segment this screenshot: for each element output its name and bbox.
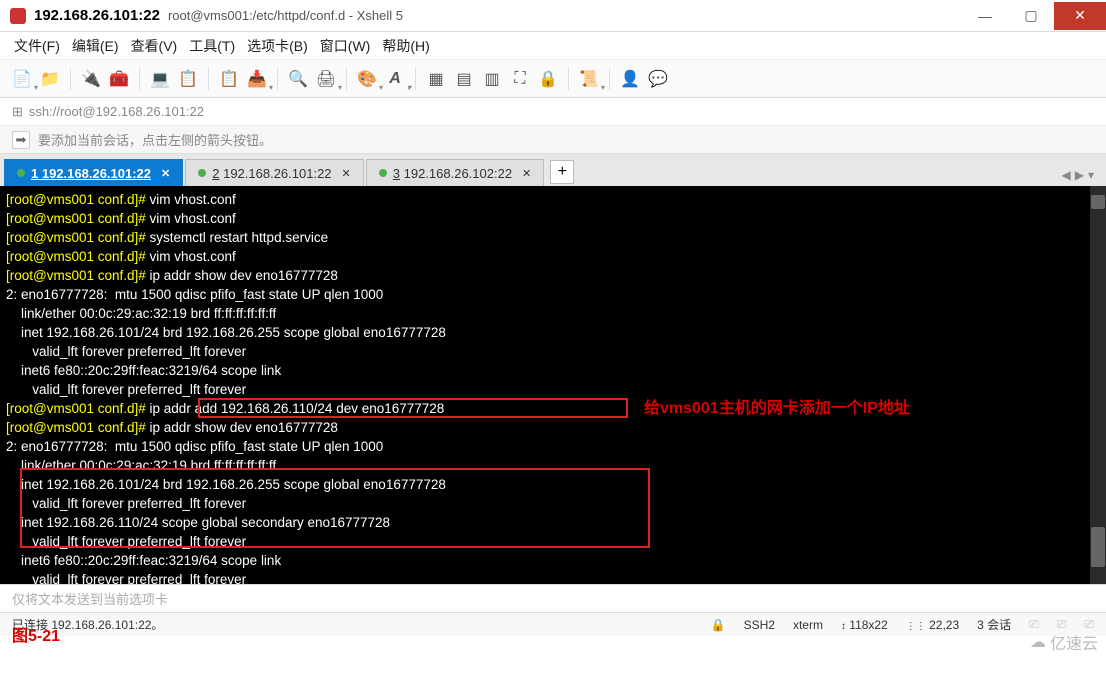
find-icon[interactable]: 🔍 <box>286 67 310 91</box>
tab-close-icon[interactable]: ✕ <box>342 167 351 180</box>
session-tab-2[interactable]: 2 192.168.26.101:22 ✕ <box>185 159 364 186</box>
layout3-icon[interactable]: ▥ <box>480 67 504 91</box>
terminal[interactable]: [root@vms001 conf.d]# vim vhost.conf[roo… <box>0 186 1106 584</box>
menu-tools[interactable]: 工具(T) <box>189 36 235 56</box>
status-pos: ⋮⋮ 22,23 <box>906 618 959 632</box>
disconnect-icon[interactable]: 🧰 <box>107 67 131 91</box>
tab-scroll-right-icon[interactable]: ▶ <box>1075 168 1084 182</box>
address-text[interactable]: ssh://root@192.168.26.101:22 <box>29 104 204 119</box>
paste-icon[interactable]: 📥▾ <box>245 67 269 91</box>
tab-list-icon[interactable]: ▾ <box>1088 168 1094 182</box>
addr-prefix-icon: ⊞ <box>12 104 23 120</box>
hint-arrow-button[interactable]: ➡ <box>12 131 30 149</box>
close-button[interactable]: ✕ <box>1054 2 1106 30</box>
maximize-button[interactable]: ▢ <box>1008 2 1054 30</box>
properties-icon[interactable]: 💻 <box>148 67 172 91</box>
window-subtitle: root@vms001:/etc/httpd/conf.d - Xshell 5 <box>168 8 403 23</box>
menu-window[interactable]: 窗口(W) <box>320 36 371 56</box>
session-tab-3[interactable]: 3 192.168.26.102:22 ✕ <box>366 159 545 186</box>
status-sessions: 3 会话 <box>977 616 1011 633</box>
terminal-scrollbar[interactable] <box>1090 186 1106 584</box>
new-tab-button[interactable]: + <box>550 160 574 184</box>
lock-icon[interactable]: 🔒 <box>536 67 560 91</box>
menu-tab[interactable]: 选项卡(B) <box>247 36 308 56</box>
status-ssh: SSH2 <box>744 618 775 632</box>
annotation-text: 给vms001主机的网卡添加一个IP地址 <box>644 399 910 418</box>
copy-icon[interactable]: 📋 <box>217 67 241 91</box>
script-icon[interactable]: 📜▾ <box>577 67 601 91</box>
title-bar: 192.168.26.101:22 root@vms001:/etc/httpd… <box>0 0 1106 32</box>
menu-view[interactable]: 查看(V) <box>131 36 178 56</box>
watermark: ☁ 亿速云 <box>1030 630 1098 654</box>
new-session-icon[interactable]: 📄▾ <box>10 67 34 91</box>
window-title: 192.168.26.101:22 <box>34 7 160 24</box>
status-dot-icon <box>198 169 206 177</box>
minimize-button[interactable]: — <box>962 2 1008 30</box>
figure-label: 图5-21 <box>12 622 60 646</box>
app-icon <box>10 8 26 24</box>
status-term: xterm <box>793 618 823 632</box>
tab-close-icon[interactable]: ✕ <box>522 167 531 180</box>
open-icon[interactable]: 📁 <box>38 67 62 91</box>
send-placeholder: 仅将文本发送到当前选项卡 <box>12 589 168 608</box>
status-size: ↕ 118x22 <box>841 618 888 632</box>
status-lock-icon: 🔒 <box>711 618 726 632</box>
menu-edit[interactable]: 编辑(E) <box>72 36 119 56</box>
status-dot-icon <box>379 169 387 177</box>
user-icon[interactable]: 👤 <box>618 67 642 91</box>
toolbar: 📄▾ 📁 🔌 🧰 💻 📋 📋 📥▾ 🔍 🖨▾ 🎨▾ A▾ ▦ ▤ ▥ ⛶ 🔒 📜… <box>0 60 1106 98</box>
tab-close-icon[interactable]: ✕ <box>161 167 170 180</box>
fullscreen-icon[interactable]: ⛶ <box>508 67 532 91</box>
color-icon[interactable]: 🎨▾ <box>355 67 379 91</box>
status-dot-icon <box>17 169 25 177</box>
layout1-icon[interactable]: ▦ <box>424 67 448 91</box>
menu-bar: 文件(F) 编辑(E) 查看(V) 工具(T) 选项卡(B) 窗口(W) 帮助(… <box>0 32 1106 60</box>
quick-icon[interactable]: 📋 <box>176 67 200 91</box>
reconnect-icon[interactable]: 🔌 <box>79 67 103 91</box>
hint-text: 要添加当前会话，点击左侧的箭头按钮。 <box>38 130 272 149</box>
cloud-icon: ☁ <box>1030 632 1046 652</box>
tab-scroll-left-icon[interactable]: ◀ <box>1062 168 1071 182</box>
layout2-icon[interactable]: ▤ <box>452 67 476 91</box>
font-icon[interactable]: A▾ <box>383 67 407 91</box>
send-bar[interactable]: 仅将文本发送到当前选项卡 图5-21 <box>0 584 1106 612</box>
menu-file[interactable]: 文件(F) <box>14 36 60 56</box>
hint-bar: ➡ 要添加当前会话，点击左侧的箭头按钮。 <box>0 126 1106 154</box>
status-bar: 已连接 192.168.26.101:22。 🔒 SSH2 xterm ↕ 11… <box>0 612 1106 636</box>
address-bar: ⊞ ssh://root@192.168.26.101:22 <box>0 98 1106 126</box>
session-tab-1[interactable]: 1 192.168.26.101:22 ✕ <box>4 159 183 186</box>
print-icon[interactable]: 🖨▾ <box>314 67 338 91</box>
tab-strip: 1 192.168.26.101:22 ✕ 2 192.168.26.101:2… <box>0 154 1106 186</box>
chat-icon[interactable]: 💬 <box>646 67 670 91</box>
menu-help[interactable]: 帮助(H) <box>382 36 429 56</box>
